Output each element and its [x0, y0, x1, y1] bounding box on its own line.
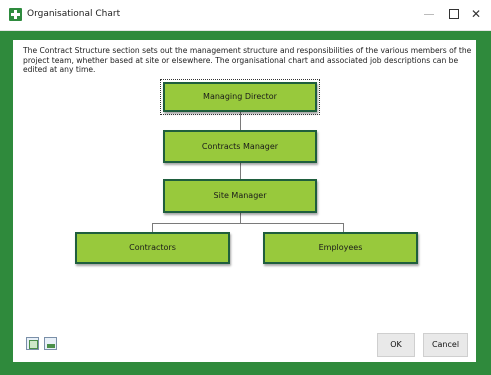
- connector-to-contractors: [152, 223, 153, 232]
- connector-md-cm: [240, 112, 241, 130]
- refresh-chart-icon[interactable]: [26, 337, 39, 350]
- org-node-site-manager[interactable]: Site Manager: [163, 179, 317, 213]
- org-node-label: Contractors: [129, 243, 176, 252]
- org-node-label: Contracts Manager: [201, 142, 279, 151]
- org-node-contracts-manager[interactable]: Contracts Manager: [163, 130, 317, 163]
- org-node-label: Managing Director: [203, 92, 277, 101]
- maximize-button[interactable]: [442, 3, 466, 25]
- ok-button[interactable]: OK: [377, 333, 415, 357]
- close-icon: ✕: [470, 7, 482, 21]
- org-node-label: Employees: [318, 243, 363, 252]
- dialog-content: The Contract Structure section sets out …: [13, 40, 476, 362]
- edit-chart-icon-glyph: [47, 344, 55, 348]
- org-node-label: Site Manager: [213, 191, 267, 200]
- dialog-window: Organisational Chart ✕ The Contract Stru…: [0, 0, 491, 375]
- connector-cm-sm: [240, 163, 241, 179]
- org-node-employees[interactable]: Employees: [263, 232, 418, 264]
- org-node-managing-director[interactable]: Managing Director: [160, 79, 320, 115]
- refresh-chart-icon-glyph: [29, 340, 38, 349]
- description-text: The Contract Structure section sets out …: [23, 46, 472, 75]
- close-button[interactable]: ✕: [464, 3, 488, 25]
- edit-chart-icon[interactable]: [44, 337, 57, 350]
- maximize-icon: [449, 9, 459, 19]
- app-icon: [9, 8, 22, 21]
- org-node-contractors[interactable]: Contractors: [75, 232, 230, 264]
- minimize-icon: [424, 14, 434, 15]
- connector-horizontal: [152, 223, 344, 224]
- connector-sm-branch: [240, 213, 241, 223]
- minimize-button[interactable]: [417, 3, 441, 25]
- title-bar: Organisational Chart ✕: [0, 0, 491, 31]
- window-title: Organisational Chart: [27, 9, 121, 19]
- connector-to-employees: [343, 223, 344, 232]
- cancel-button[interactable]: Cancel: [423, 333, 468, 357]
